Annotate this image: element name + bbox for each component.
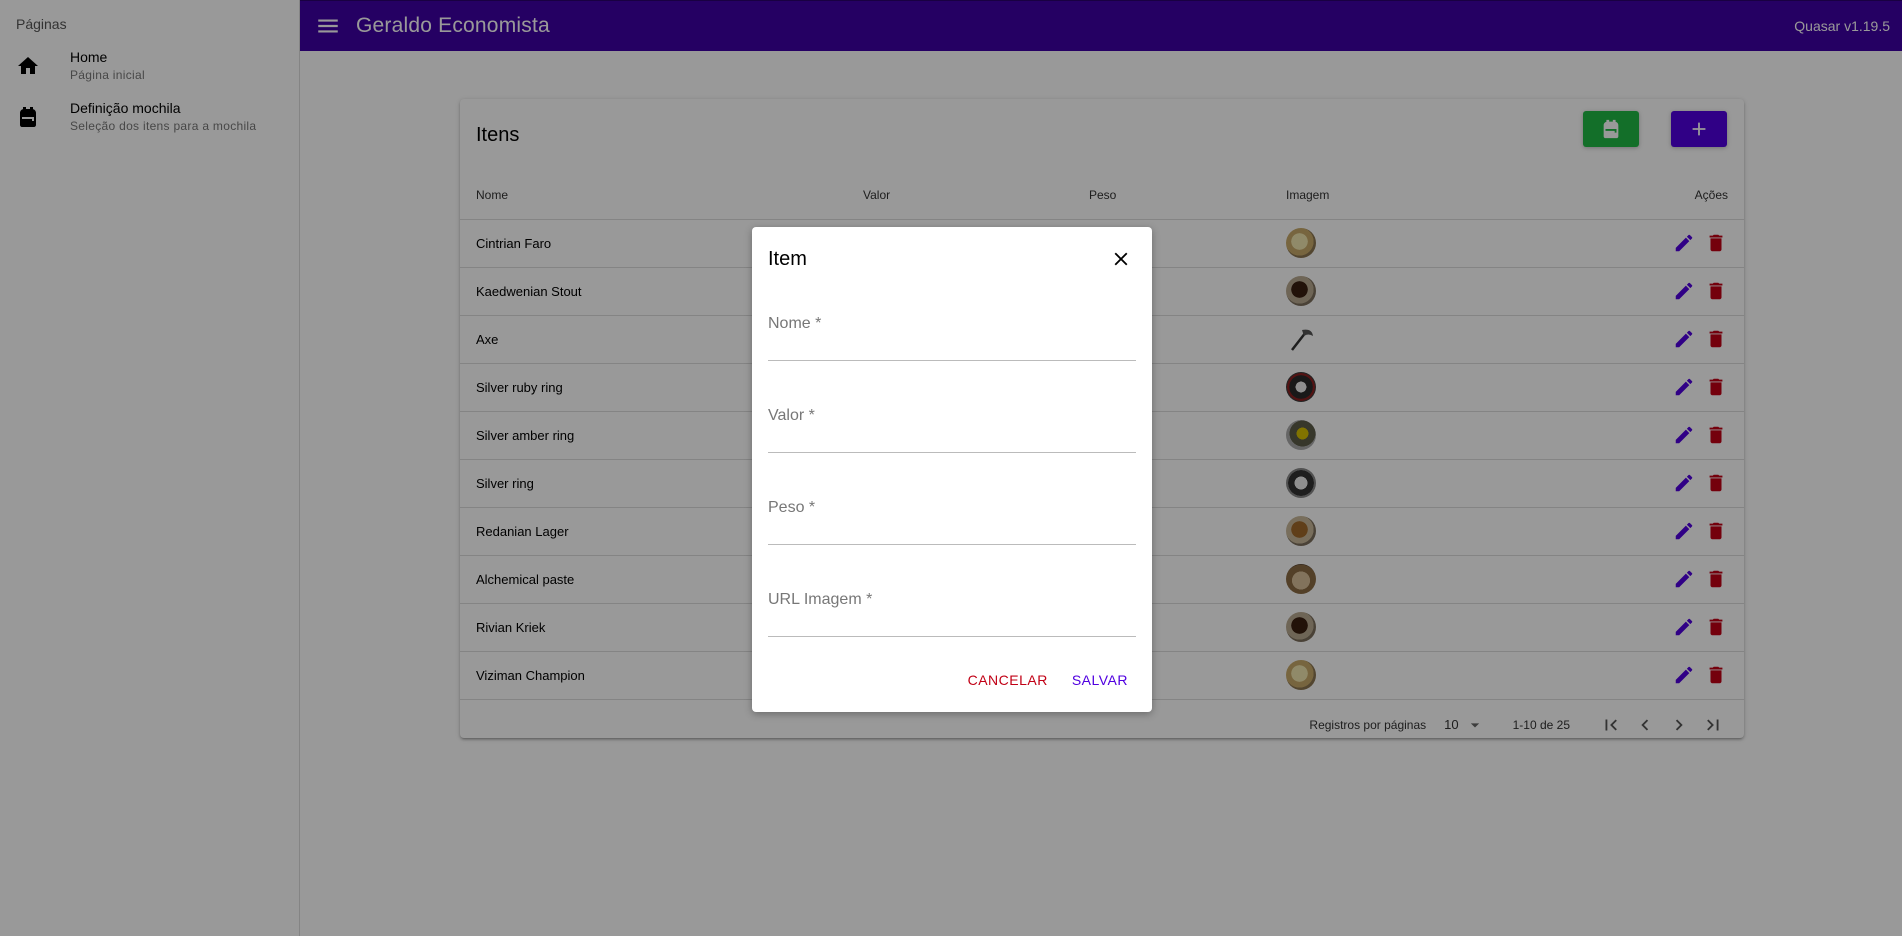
- nome-input[interactable]: [768, 307, 1136, 361]
- item-dialog: Item Nome * Valor * Peso * URL Imagem * …: [752, 227, 1152, 712]
- save-button[interactable]: SALVAR: [1064, 664, 1136, 696]
- url-imagem-field: URL Imagem *: [768, 567, 1136, 659]
- close-button[interactable]: [1106, 244, 1136, 274]
- nome-field: Nome *: [768, 291, 1136, 383]
- peso-input[interactable]: [768, 491, 1136, 545]
- valor-input[interactable]: [768, 399, 1136, 453]
- url-imagem-input[interactable]: [768, 583, 1136, 637]
- valor-field: Valor *: [768, 383, 1136, 475]
- peso-field: Peso *: [768, 475, 1136, 567]
- dialog-title: Item: [768, 247, 807, 270]
- close-icon: [1114, 252, 1128, 266]
- cancel-button[interactable]: CANCELAR: [960, 664, 1056, 696]
